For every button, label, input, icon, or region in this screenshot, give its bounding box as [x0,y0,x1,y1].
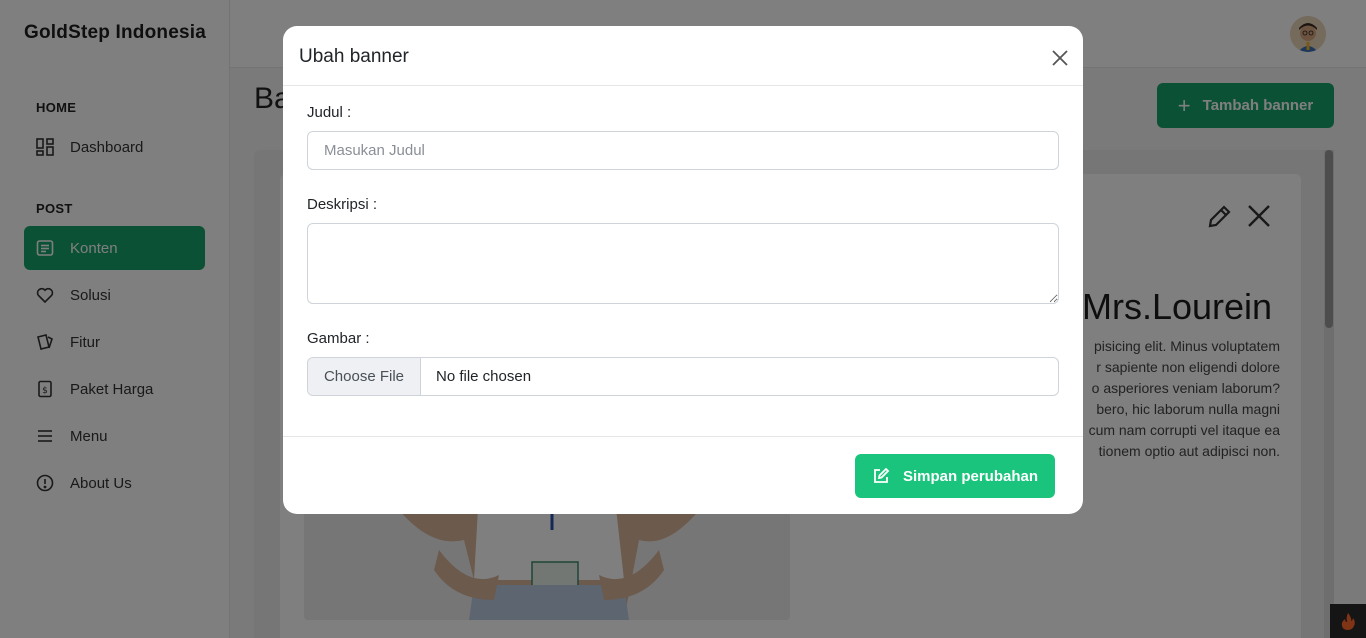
deskripsi-label: Deskripsi : [307,196,378,213]
close-icon[interactable] [1048,46,1072,70]
judul-input[interactable] [307,131,1059,170]
edit-banner-modal: Ubah banner Judul : Deskripsi : Gambar :… [283,26,1083,514]
choose-file-button[interactable]: Choose File [308,358,421,395]
save-changes-label: Simpan perubahan [902,467,1039,485]
modal-header: Ubah banner [283,26,1083,86]
save-changes-button[interactable]: Simpan perubahan [855,454,1055,498]
edit-square-icon [874,467,890,483]
modal-title: Ubah banner [299,46,409,67]
gambar-label: Gambar : [307,330,370,347]
judul-label: Judul : [307,104,352,121]
deskripsi-textarea[interactable] [307,223,1059,304]
gambar-file-input[interactable]: Choose File No file chosen [307,357,1059,396]
modal-footer: Simpan perubahan [283,436,1083,514]
file-status: No file chosen [436,368,532,385]
